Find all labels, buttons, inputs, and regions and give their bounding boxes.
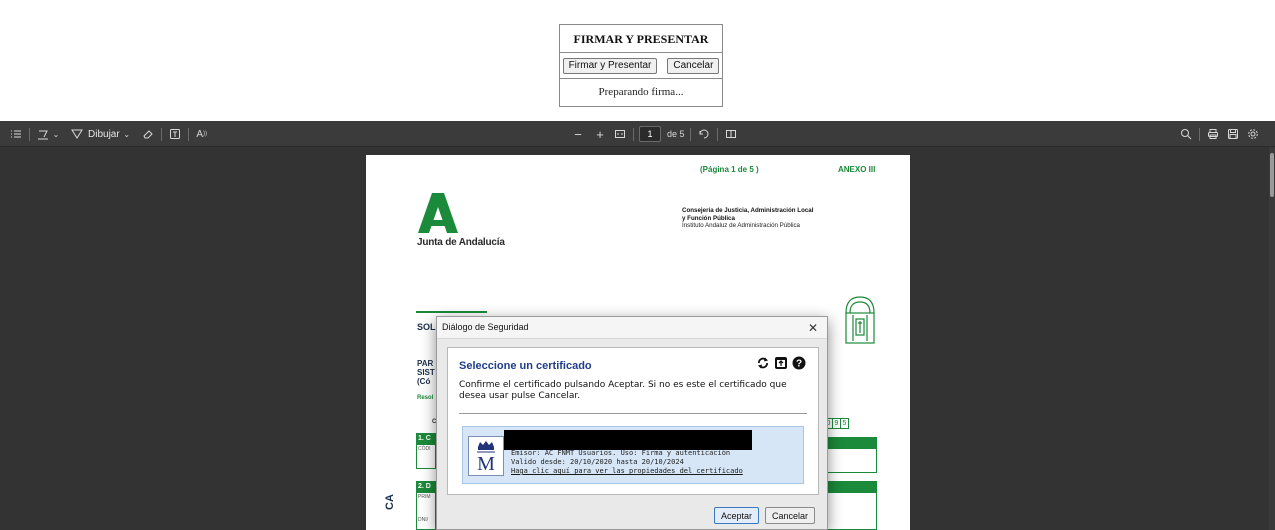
svg-text:M: M bbox=[477, 453, 495, 473]
security-dialog: Diálogo de Seguridad ✕ Seleccione un cer… bbox=[436, 316, 828, 530]
section-1-box-right bbox=[825, 449, 877, 473]
page-indicator: (Página 1 de 5 ) bbox=[700, 165, 759, 174]
section-1-header-right bbox=[825, 437, 877, 449]
section-2-field-2: DNI/ bbox=[418, 517, 428, 523]
dialog-title: Diálogo de Seguridad bbox=[442, 322, 529, 332]
code-digits: 0 9 5 bbox=[824, 418, 849, 429]
doc-fragment-coc: (Có bbox=[417, 377, 431, 386]
certificate-issuer: Emisor: AC FNMT Usuarios. Uso: Firma y a… bbox=[511, 449, 731, 457]
draw-icon[interactable] bbox=[69, 126, 85, 142]
fit-page-icon[interactable] bbox=[612, 126, 628, 142]
institute-name: Instituto Andaluz de Administración Públ… bbox=[682, 222, 800, 229]
certificate-instructions: Confirme el certificado pulsando Aceptar… bbox=[459, 380, 787, 401]
text-box-icon[interactable] bbox=[167, 126, 183, 142]
toolbar-right-group bbox=[1178, 121, 1261, 147]
section-1-header: 1. C bbox=[416, 433, 436, 445]
certificate-validity: Valido desde: 20/10/2020 hasta 20/10/202… bbox=[511, 458, 684, 466]
page-total: de 5 bbox=[667, 129, 685, 139]
toolbar-separator bbox=[1199, 127, 1200, 141]
refresh-icon[interactable] bbox=[756, 356, 770, 370]
section-1-field: CÓDI bbox=[418, 446, 431, 452]
chevron-down-icon[interactable]: ⌄ bbox=[120, 126, 134, 142]
toolbar-center-group: − + 1 de 5 bbox=[570, 121, 739, 147]
ministry-line-1: Consejería de Justicia, Administración L… bbox=[682, 207, 814, 214]
doc-fragment-resol: Resol bbox=[417, 395, 434, 401]
gear-icon[interactable] bbox=[1245, 126, 1261, 142]
search-icon[interactable] bbox=[1178, 126, 1194, 142]
coat-of-arms-icon bbox=[845, 296, 875, 344]
title-rule bbox=[416, 311, 487, 313]
page-number-input[interactable]: 1 bbox=[639, 126, 661, 142]
close-icon[interactable]: ✕ bbox=[805, 320, 821, 336]
toolbar-separator bbox=[716, 127, 718, 141]
fnmt-certificate-icon: M bbox=[468, 436, 504, 476]
junta-andalucia-logo bbox=[418, 193, 458, 233]
annex-label: ANEXO III bbox=[838, 165, 876, 174]
dialog-cancel-button[interactable]: Cancelar bbox=[764, 507, 815, 524]
dialog-icon-group: ? bbox=[756, 356, 806, 370]
highlight-icon[interactable] bbox=[35, 126, 51, 142]
section-2-header: 2. D bbox=[416, 481, 436, 493]
sign-panel: FIRMAR Y PRESENTAR Firmar y Presentar Ca… bbox=[559, 24, 723, 107]
redacted-certificate-name bbox=[504, 430, 752, 450]
pdf-scrollbar[interactable] bbox=[1269, 147, 1275, 530]
zoom-out-button[interactable]: − bbox=[570, 126, 586, 142]
sign-status-text: Preparando firma... bbox=[598, 86, 684, 98]
contents-list-icon[interactable] bbox=[8, 126, 24, 142]
page-view-icon[interactable] bbox=[723, 126, 739, 142]
toolbar-separator bbox=[689, 127, 691, 141]
ministry-header: Consejería de Justicia, Administración L… bbox=[682, 207, 882, 230]
scrollbar-thumb[interactable] bbox=[1270, 153, 1274, 197]
sign-and-submit-button[interactable]: Firmar y Presentar bbox=[562, 57, 658, 74]
code-digit: 5 bbox=[840, 418, 849, 429]
certificate-panel: Seleccione un certificado ? Confirme el … bbox=[447, 347, 819, 495]
doc-fragment-sol: SOL bbox=[417, 322, 436, 332]
pdf-toolbar: ⌄ Dibujar ⌄ A)) − + 1 de 5 bbox=[0, 121, 1275, 147]
open-certificate-icon[interactable] bbox=[774, 356, 788, 370]
vertical-side-text: CA bbox=[384, 494, 396, 510]
certificate-heading: Seleccione un certificado bbox=[459, 360, 592, 372]
read-aloud-icon[interactable]: A)) bbox=[194, 126, 210, 142]
dialog-divider bbox=[459, 413, 807, 414]
toolbar-separator bbox=[29, 127, 30, 141]
toolbar-separator bbox=[633, 127, 634, 141]
toolbar-left-group: ⌄ Dibujar ⌄ A)) bbox=[8, 121, 210, 147]
read-aloud-label: A bbox=[196, 128, 204, 140]
doc-fragment-sist: SIST bbox=[417, 368, 435, 377]
section-2-field-1: PRIM bbox=[418, 494, 431, 500]
chevron-down-icon[interactable]: ⌄ bbox=[51, 126, 61, 142]
dialog-titlebar[interactable]: Diálogo de Seguridad ✕ bbox=[437, 317, 827, 339]
draw-label[interactable]: Dibujar bbox=[88, 129, 120, 140]
doc-fragment-par: PAR bbox=[417, 359, 434, 368]
save-icon[interactable] bbox=[1225, 126, 1241, 142]
toolbar-separator bbox=[187, 127, 189, 141]
dialog-buttons: Aceptar Cancelar bbox=[713, 507, 815, 524]
print-icon[interactable] bbox=[1205, 126, 1221, 142]
svg-text:?: ? bbox=[796, 359, 802, 370]
section-2-header-right bbox=[825, 481, 877, 493]
section-2-box: PRIM DNI/ bbox=[416, 493, 436, 530]
section-1-box: CÓDI bbox=[416, 445, 436, 469]
section-2-box-right bbox=[825, 493, 877, 530]
eraser-icon[interactable] bbox=[140, 126, 156, 142]
logo-text: Junta de Andalucía bbox=[417, 237, 505, 248]
certificate-details: Emisor: AC FNMT Usuarios. Uso: Firma y a… bbox=[511, 449, 743, 476]
toolbar-separator bbox=[160, 127, 162, 141]
help-icon[interactable]: ? bbox=[792, 356, 806, 370]
sign-panel-buttons: Firmar y Presentar Cancelar bbox=[560, 53, 722, 79]
sign-panel-cancel-button[interactable]: Cancelar bbox=[667, 57, 720, 74]
ministry-line-2: y Función Pública bbox=[682, 214, 735, 222]
rotate-icon[interactable] bbox=[696, 126, 712, 142]
zoom-in-button[interactable]: + bbox=[592, 126, 608, 142]
accept-button[interactable]: Aceptar bbox=[713, 507, 759, 524]
certificate-list-item[interactable]: M Emisor: AC FNMT Usuarios. Uso: Firma y… bbox=[462, 426, 804, 484]
certificate-properties-link[interactable]: Haga clic aquí para ver las propiedades … bbox=[511, 467, 743, 476]
sign-panel-title: FIRMAR Y PRESENTAR bbox=[560, 25, 722, 53]
